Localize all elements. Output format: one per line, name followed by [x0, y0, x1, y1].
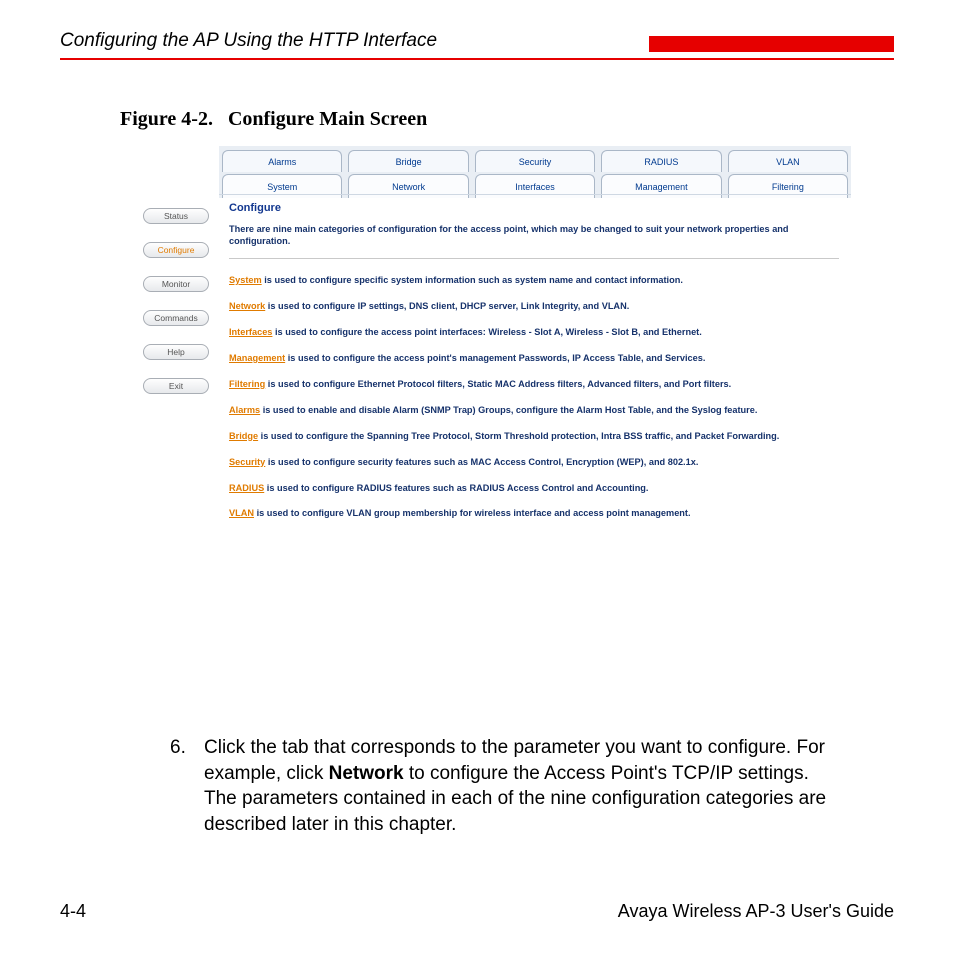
sidebar-help[interactable]: Help	[143, 344, 209, 360]
step-bold: Network	[329, 763, 404, 784]
config-desc: is used to configure IP settings, DNS cl…	[265, 301, 629, 311]
content-pane: Configure There are nine main categories…	[229, 202, 839, 698]
content-divider	[229, 258, 839, 259]
figure-number: Figure 4-2.	[120, 108, 213, 130]
sidebar-monitor[interactable]: Monitor	[143, 276, 209, 292]
config-desc: is used to configure Ethernet Protocol f…	[265, 379, 731, 389]
config-item-vlan: VLAN is used to configure VLAN group mem…	[229, 508, 839, 520]
config-link-alarms[interactable]: Alarms	[229, 405, 260, 415]
config-item-security: Security is used to configure security f…	[229, 457, 839, 469]
config-link-system[interactable]: System	[229, 275, 262, 285]
config-link-network[interactable]: Network	[229, 301, 265, 311]
config-link-filtering[interactable]: Filtering	[229, 379, 265, 389]
configure-screenshot: Alarms Bridge Security RADIUS VLAN System Net…	[132, 145, 852, 699]
config-item-bridge: Bridge is used to configure the Spanning…	[229, 431, 839, 443]
config-link-interfaces[interactable]: Interfaces	[229, 327, 272, 337]
sidebar-commands[interactable]: Commands	[143, 310, 209, 326]
config-desc: is used to enable and disable Alarm (SNM…	[260, 405, 757, 415]
config-desc: is used to configure the access point in…	[272, 327, 701, 337]
header-rule	[60, 58, 894, 60]
config-desc: is used to configure specific system inf…	[262, 275, 683, 285]
sidebar-status[interactable]: Status	[143, 208, 209, 224]
config-item-filtering: Filtering is used to configure Ethernet …	[229, 379, 839, 391]
configure-title: Configure	[229, 202, 839, 214]
step-number: 6.	[170, 735, 204, 838]
instruction-step: 6. Click the tab that corresponds to the…	[170, 735, 834, 838]
config-item-interfaces: Interfaces is used to configure the acce…	[229, 327, 839, 339]
sidebar-exit[interactable]: Exit	[143, 378, 209, 394]
tab-bridge[interactable]: Bridge	[348, 150, 468, 172]
config-item-radius: RADIUS is used to configure RADIUS featu…	[229, 483, 839, 495]
sidebar-configure[interactable]: Configure	[143, 242, 209, 258]
section-header: Configuring the AP Using the HTTP Interf…	[60, 30, 437, 52]
step-text: Click the tab that corresponds to the pa…	[204, 735, 834, 838]
config-desc: is used to configure VLAN group membersh…	[254, 508, 691, 518]
config-link-radius[interactable]: RADIUS	[229, 483, 264, 493]
config-desc: is used to configure security features s…	[265, 457, 698, 467]
header-red-bar	[649, 36, 894, 52]
tab-alarms[interactable]: Alarms	[222, 150, 342, 172]
config-desc: is used to configure the Spanning Tree P…	[258, 431, 779, 441]
tab-radius[interactable]: RADIUS	[601, 150, 721, 172]
config-link-management[interactable]: Management	[229, 353, 285, 363]
config-item-management: Management is used to configure the acce…	[229, 353, 839, 365]
config-link-vlan[interactable]: VLAN	[229, 508, 254, 518]
config-link-security[interactable]: Security	[229, 457, 265, 467]
figure-caption: Figure 4-2. Configure Main Screen	[120, 108, 894, 131]
configure-intro: There are nine main categories of config…	[229, 224, 839, 248]
sidebar: Status Configure Monitor Commands Help Exit	[133, 202, 219, 698]
figure-title: Configure Main Screen	[228, 108, 427, 130]
tab-security[interactable]: Security	[475, 150, 595, 172]
config-desc: is used to configure RADIUS features suc…	[264, 483, 648, 493]
config-item-system: System is used to configure specific sys…	[229, 275, 839, 287]
tab-vlan[interactable]: VLAN	[728, 150, 848, 172]
config-item-network: Network is used to configure IP settings…	[229, 301, 839, 313]
guide-title: Avaya Wireless AP-3 User's Guide	[618, 901, 894, 922]
tabs-area: AlarmsBridgeSecurityRADIUSVLAN SystemNet…	[219, 146, 851, 198]
page-number: 4-4	[60, 901, 86, 922]
config-link-bridge[interactable]: Bridge	[229, 431, 258, 441]
config-item-alarms: Alarms is used to enable and disable Ala…	[229, 405, 839, 417]
config-desc: is used to configure the access point's …	[285, 353, 705, 363]
